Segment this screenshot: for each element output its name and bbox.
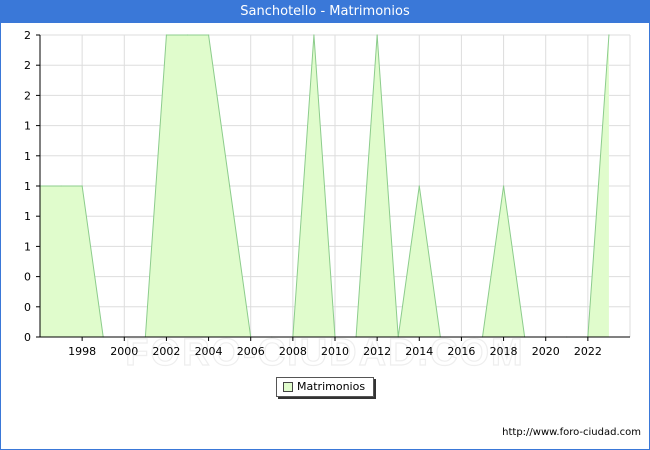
legend-label-matrimonios: Matrimonios: [297, 380, 366, 393]
legend-swatch: [283, 382, 293, 392]
y-axis-ticks: 0 0 0 1 1 1 1 1 2 2 2: [24, 29, 40, 344]
x-tick-label: 2010: [321, 345, 349, 358]
source-url: http://www.foro-ciudad.com: [502, 427, 641, 438]
x-tick-label: 1998: [68, 345, 96, 358]
x-tick-label: 2012: [363, 345, 391, 358]
y-tick-label: 1: [24, 180, 31, 193]
data-point: [608, 34, 610, 36]
x-tick-label: 2022: [574, 345, 602, 358]
gridlines: [40, 34, 631, 338]
data-point: [313, 34, 315, 36]
data-point: [418, 185, 420, 187]
x-tick-label: 2004: [195, 345, 223, 358]
x-tick-label: 2018: [490, 345, 518, 358]
data-point: [165, 34, 168, 36]
x-tick-label: 2000: [110, 345, 138, 358]
data-point: [376, 34, 378, 36]
y-tick-label: 2: [24, 89, 31, 102]
y-tick-label: 1: [24, 120, 31, 133]
data-point: [229, 185, 231, 187]
y-tick-label: 1: [24, 210, 31, 223]
y-tick-label: 0: [24, 301, 31, 314]
data-point: [81, 185, 83, 187]
y-tick-label: 2: [24, 29, 31, 42]
data-point: [502, 185, 505, 187]
y-tick-label: 0: [24, 331, 31, 344]
y-tick-label: 2: [24, 59, 31, 72]
x-tick-label: 2006: [237, 345, 265, 358]
x-tick-label: 2020: [532, 345, 560, 358]
x-tick-label: 2016: [447, 345, 475, 358]
x-tick-label: 2008: [279, 345, 307, 358]
y-tick-label: 0: [24, 271, 31, 284]
x-tick-label: 2002: [152, 345, 180, 358]
x-tick-label: 2014: [405, 345, 433, 358]
legend: Matrimonios: [276, 377, 374, 397]
data-point: [207, 34, 210, 36]
y-tick-label: 1: [24, 240, 31, 253]
data-point: [186, 34, 189, 36]
data-point: [60, 185, 62, 187]
y-tick-label: 1: [24, 150, 31, 163]
